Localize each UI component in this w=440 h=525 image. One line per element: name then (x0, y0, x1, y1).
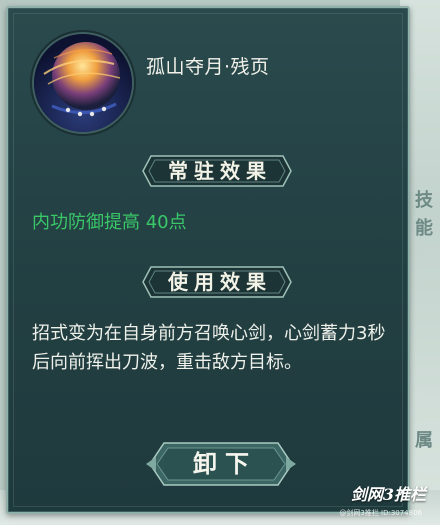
watermark-logo: 剑网3推栏 (350, 485, 426, 504)
usage-effect-header: 使用效果 (141, 262, 293, 302)
side-tab-char-2: 能 (415, 218, 433, 239)
usage-effect-header-label: 使用效果 (168, 270, 272, 294)
constant-effect-header-label: 常驻效果 (168, 159, 272, 183)
item-tooltip-panel: 孤山夺月·残页 常驻效果 内功防御提高 40点 使用效果 招式变为在自身前方召唤… (6, 6, 410, 514)
constant-effect-header: 常驻效果 (141, 151, 293, 191)
unload-button[interactable]: 卸下 (146, 433, 296, 495)
unload-button-label: 卸下 (193, 449, 257, 478)
constant-effect-value: 内功防御提高 40点 (32, 212, 187, 233)
usage-effect-description: 招式变为在自身前方召唤心剑，心剑蓄力3秒后向前挥出刀波，重击敌方目标。 (32, 323, 386, 373)
moon-sword-icon (32, 32, 134, 134)
side-tab-char-3: 属 (415, 430, 433, 451)
watermark-sub: @剑网3推栏 ID:3074806 (339, 509, 422, 517)
side-tab-char-1: 技 (415, 190, 433, 211)
item-title: 孤山夺月·残页 (146, 56, 270, 78)
